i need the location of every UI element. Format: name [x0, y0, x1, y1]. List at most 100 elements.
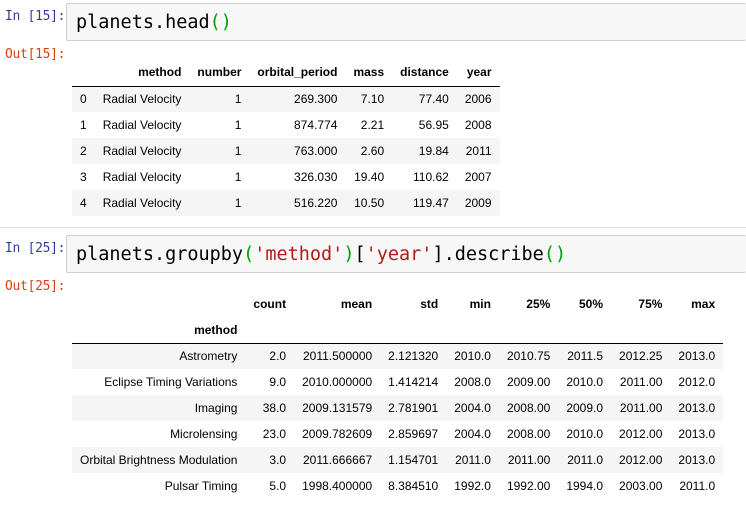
code-paren-close: )	[343, 243, 355, 265]
table-cell: 2.121320	[388, 349, 439, 364]
header-row: count mean std min 25% 50% 75% max	[72, 290, 723, 318]
table-cell: Radial Velocity	[102, 196, 182, 210]
table-cell: 2012.00	[619, 427, 663, 441]
table-row: Astrometry 2.0 2011.500000 2.121320 2010…	[72, 343, 724, 369]
table-row: Imaging 38.0 2009.131579 2.781901 2004.0…	[72, 395, 724, 421]
index-header	[72, 58, 95, 87]
index-name-row: method	[72, 318, 724, 344]
row-index: 1	[80, 118, 87, 132]
table-cell: 2011.500000	[302, 349, 373, 364]
row-index: Pulsar Timing	[164, 479, 238, 493]
table-cell: 1998.400000	[302, 479, 373, 493]
table-cell: 110.62	[413, 170, 449, 184]
table-cell: 2011.00	[507, 453, 551, 467]
table-cell: 1992.0	[454, 479, 491, 493]
code-paren-open: (	[243, 243, 255, 265]
table-cell: 5.0	[269, 479, 287, 493]
table-cell: 7.10	[360, 92, 385, 107]
row-index: Astrometry	[179, 349, 238, 364]
column-header: orbital_period	[249, 58, 346, 87]
table-cell: 1	[234, 144, 242, 158]
table-cell: 2008.00	[506, 401, 551, 415]
table-cell: 2009.131579	[302, 401, 373, 415]
table-cell: 2009.00	[506, 375, 551, 389]
column-header: min	[469, 297, 491, 311]
table-cell: 38.0	[262, 401, 287, 415]
code-string: 'method'	[254, 243, 344, 265]
column-header: max	[691, 297, 716, 311]
table-cell: 3.0	[269, 453, 287, 467]
table-cell: 1994.0	[566, 479, 604, 493]
table-cell: 8.384510	[388, 479, 439, 493]
table-cell: 19.40	[354, 170, 385, 184]
code-bracket-open: [	[354, 243, 366, 265]
table-row: 2 Radial Velocity 1 763.000 2.60 19.84 2…	[72, 138, 500, 164]
header-row: method number orbital_period mass distan…	[72, 58, 500, 87]
table-cell: 2011.00	[619, 401, 663, 415]
output-prompt-25: Out[25]:	[5, 279, 66, 294]
table-cell: 2010.0	[454, 349, 491, 364]
code-cell-head[interactable]: planets.head()	[66, 3, 746, 41]
column-header: 25%	[526, 297, 551, 311]
table-cell: 2013.0	[678, 453, 716, 467]
table-cell: 1.414214	[388, 375, 439, 389]
table-cell: 2011	[465, 144, 492, 158]
column-header: mass	[345, 58, 393, 87]
table-cell: 2004.0	[454, 427, 491, 441]
table-cell: 1992.00	[506, 479, 551, 493]
code-cell-describe[interactable]: planets.groupby('method')['year'] .descri…	[66, 235, 746, 273]
table-cell: 2011.0	[567, 453, 604, 467]
row-index: Imaging	[194, 401, 238, 415]
table-cell: 2012.00	[619, 453, 663, 467]
table-cell: 1	[234, 118, 242, 132]
table-cell: 2013.0	[678, 401, 716, 415]
table-cell: 2011.5	[567, 349, 604, 364]
table-cell: 2010.75	[506, 349, 551, 364]
table-cell: 874.774	[294, 118, 338, 132]
table-cell: 2.60	[360, 144, 385, 158]
table-cell: 2009.782609	[302, 427, 373, 441]
index-name-header: method	[72, 318, 246, 344]
table-cell: 763.000	[294, 144, 338, 158]
table-cell: 2009	[464, 196, 492, 210]
row-index: Microlensing	[170, 427, 238, 441]
table-cell: 1	[234, 170, 242, 184]
table-cell: 2010.000000	[302, 375, 373, 389]
input-prompt-15: In [15]:	[5, 9, 66, 24]
table-cell: 269.300	[294, 92, 338, 107]
column-header: 50%	[579, 297, 604, 311]
column-header: std	[420, 297, 439, 311]
table-cell: 2010.0	[566, 375, 604, 389]
table-row: Orbital Brightness Modulation 3.0 2011.6…	[72, 447, 724, 473]
table-row: 1 Radial Velocity 1 874.774 2.21 56.95 2…	[72, 112, 500, 138]
table-cell: 77.40	[418, 92, 449, 107]
code-text: planets.head	[76, 11, 210, 33]
table-cell: 2013.0	[678, 427, 716, 441]
table-row: 0 Radial Velocity 1 269.300 7.10 77.40 2…	[72, 86, 500, 112]
table-cell: 2012.25	[619, 349, 663, 364]
head-dataframe: method number orbital_period mass distan…	[72, 58, 500, 216]
code-text: .describe	[443, 243, 544, 265]
table-cell: Radial Velocity	[102, 118, 182, 132]
code-bracket-close: ]	[432, 243, 444, 265]
row-index: 0	[80, 92, 87, 107]
row-index: 3	[80, 170, 87, 184]
code-paren-close: )	[220, 11, 232, 33]
row-index: 2	[80, 144, 87, 158]
column-header: year	[456, 58, 500, 87]
index-header	[72, 290, 245, 318]
table-cell: 326.030	[294, 170, 338, 184]
column-header: distance	[392, 58, 457, 87]
table-cell: Radial Velocity	[102, 92, 182, 107]
table-cell: 2003.00	[619, 479, 663, 493]
table-cell: 2.859697	[388, 427, 439, 441]
code-paren-close: )	[554, 243, 567, 265]
cell-divider	[0, 227, 746, 228]
table-cell: 1	[234, 92, 242, 107]
code-paren-open: (	[209, 11, 221, 33]
column-header: method	[94, 58, 190, 87]
table-cell: 2008.0	[454, 375, 491, 389]
column-header: mean	[340, 297, 373, 311]
table-row: Pulsar Timing 5.0 1998.400000 8.384510 1…	[72, 473, 723, 499]
table-cell: 2011.00	[619, 375, 663, 389]
